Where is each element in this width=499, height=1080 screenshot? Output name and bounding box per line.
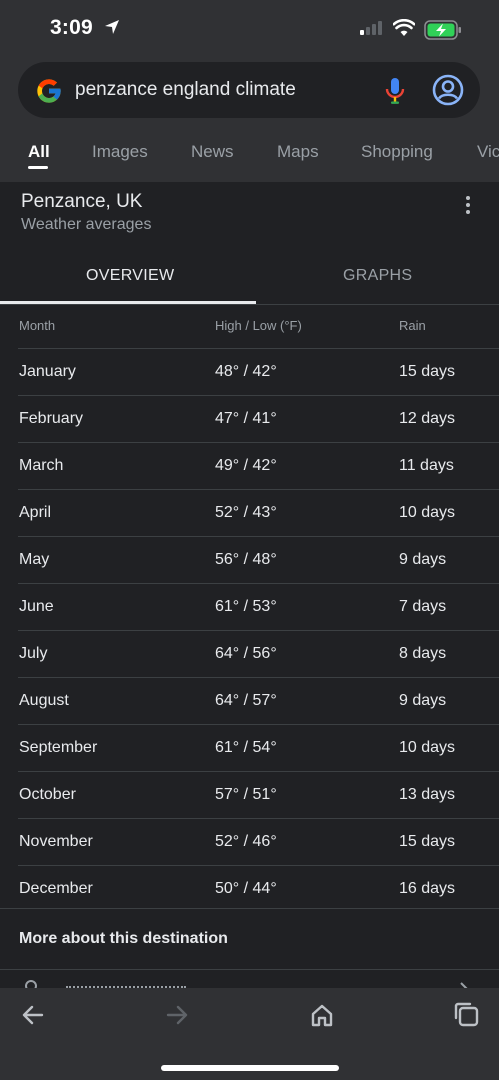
wifi-icon bbox=[393, 19, 415, 36]
tab-graphs[interactable]: GRAPHS bbox=[343, 267, 412, 285]
month-cell: June bbox=[19, 598, 54, 615]
tab-shopping[interactable]: Shopping bbox=[361, 142, 433, 162]
table-row: January 48° / 42° 15 days bbox=[18, 349, 499, 396]
table-row: October 57° / 51° 13 days bbox=[18, 772, 499, 819]
column-header-month: Month bbox=[19, 318, 56, 333]
table-row: February 47° / 41° 12 days bbox=[18, 396, 499, 443]
month-cell: April bbox=[19, 504, 52, 521]
rain-cell: 9 days bbox=[399, 551, 447, 568]
cellular-signal-icon bbox=[360, 21, 382, 35]
month-cell: July bbox=[19, 645, 48, 662]
table-row: June 61° / 53° 7 days bbox=[18, 584, 499, 631]
temp-cell: 56° / 48° bbox=[215, 551, 277, 568]
home-indicator bbox=[161, 1065, 339, 1071]
place-name: Penzance, UK bbox=[21, 191, 143, 212]
temp-cell: 61° / 53° bbox=[215, 598, 277, 615]
battery-charging-icon bbox=[424, 20, 461, 40]
rain-cell: 10 days bbox=[399, 739, 456, 756]
bottom-toolbar bbox=[0, 988, 499, 1080]
tab-videos[interactable]: Vic bbox=[477, 142, 499, 162]
more-options-icon[interactable] bbox=[458, 196, 478, 220]
status-time: 3:09 bbox=[50, 16, 93, 39]
active-tab-indicator bbox=[28, 166, 48, 169]
month-cell: March bbox=[19, 457, 64, 474]
rain-cell: 15 days bbox=[399, 363, 456, 380]
rain-cell: 16 days bbox=[399, 880, 456, 897]
month-cell: October bbox=[19, 786, 76, 803]
rain-cell: 11 days bbox=[399, 457, 454, 474]
location-arrow-icon bbox=[105, 20, 119, 34]
column-header-rain: Rain bbox=[399, 318, 426, 333]
account-icon[interactable] bbox=[432, 74, 464, 106]
month-cell: August bbox=[19, 692, 69, 709]
month-cell: February bbox=[19, 410, 84, 427]
rain-cell: 9 days bbox=[399, 692, 447, 709]
google-logo-icon bbox=[37, 79, 61, 103]
temp-cell: 49° / 42° bbox=[215, 457, 277, 474]
month-cell: September bbox=[19, 739, 98, 756]
tab-overview[interactable]: OVERVIEW bbox=[86, 267, 174, 285]
rain-cell: 13 days bbox=[399, 786, 456, 803]
search-tabs: All Images News Maps Shopping Vic bbox=[0, 142, 499, 182]
month-cell: November bbox=[19, 833, 93, 850]
table-header: Month High / Low (°F) Rain bbox=[18, 305, 499, 349]
temp-cell: 47° / 41° bbox=[215, 410, 277, 427]
rain-cell: 10 days bbox=[399, 504, 456, 521]
table-row: March 49° / 42° 11 days bbox=[18, 443, 499, 490]
rain-cell: 7 days bbox=[399, 598, 447, 615]
search-query[interactable]: penzance england climate bbox=[75, 79, 296, 101]
search-header: penzance england climate All Images News… bbox=[0, 58, 499, 182]
rain-cell: 12 days bbox=[399, 410, 456, 427]
search-bar[interactable]: penzance england climate bbox=[18, 62, 480, 118]
back-icon[interactable] bbox=[21, 1002, 45, 1028]
tab-images[interactable]: Images bbox=[92, 142, 148, 162]
table-row: December 50° / 44° 16 days bbox=[18, 866, 499, 912]
column-header-temp: High / Low (°F) bbox=[215, 318, 302, 333]
forward-icon[interactable] bbox=[165, 1002, 189, 1028]
tabs-icon[interactable] bbox=[452, 1000, 480, 1028]
rain-cell: 15 days bbox=[399, 833, 456, 850]
temp-cell: 52° / 43° bbox=[215, 504, 277, 521]
temp-cell: 61° / 54° bbox=[215, 739, 277, 756]
tab-all[interactable]: All bbox=[28, 142, 50, 162]
weather-subtitle: Weather averages bbox=[21, 216, 152, 233]
table-row: April 52° / 43° 10 days bbox=[18, 490, 499, 537]
home-icon[interactable] bbox=[309, 1002, 335, 1028]
temp-cell: 50° / 44° bbox=[215, 880, 277, 897]
climate-table: Month High / Low (°F) Rain January 48° / … bbox=[0, 305, 499, 912]
month-cell: May bbox=[19, 551, 50, 568]
month-cell: December bbox=[19, 880, 93, 897]
overview-tab-indicator bbox=[0, 301, 256, 304]
table-row: May 56° / 48° 9 days bbox=[18, 537, 499, 584]
temp-cell: 64° / 56° bbox=[215, 645, 277, 662]
temp-cell: 52° / 46° bbox=[215, 833, 277, 850]
month-cell: January bbox=[19, 363, 76, 380]
microphone-icon[interactable] bbox=[384, 76, 406, 106]
table-row: July 64° / 56° 8 days bbox=[18, 631, 499, 678]
more-about-label: More about this destination bbox=[19, 930, 228, 947]
tab-maps[interactable]: Maps bbox=[277, 142, 319, 162]
tab-news[interactable]: News bbox=[191, 142, 234, 162]
temp-cell: 48° / 42° bbox=[215, 363, 277, 380]
more-about-destination[interactable]: More about this destination bbox=[0, 908, 499, 970]
weather-tabs: OVERVIEW GRAPHS bbox=[0, 250, 499, 305]
temp-cell: 64° / 57° bbox=[215, 692, 277, 709]
table-row: November 52° / 46° 15 days bbox=[18, 819, 499, 866]
table-row: August 64° / 57° 9 days bbox=[18, 678, 499, 725]
temp-cell: 57° / 51° bbox=[215, 786, 277, 803]
rain-cell: 8 days bbox=[399, 645, 447, 662]
table-row: September 61° / 54° 10 days bbox=[18, 725, 499, 772]
status-bar: 3:09 bbox=[0, 0, 499, 58]
